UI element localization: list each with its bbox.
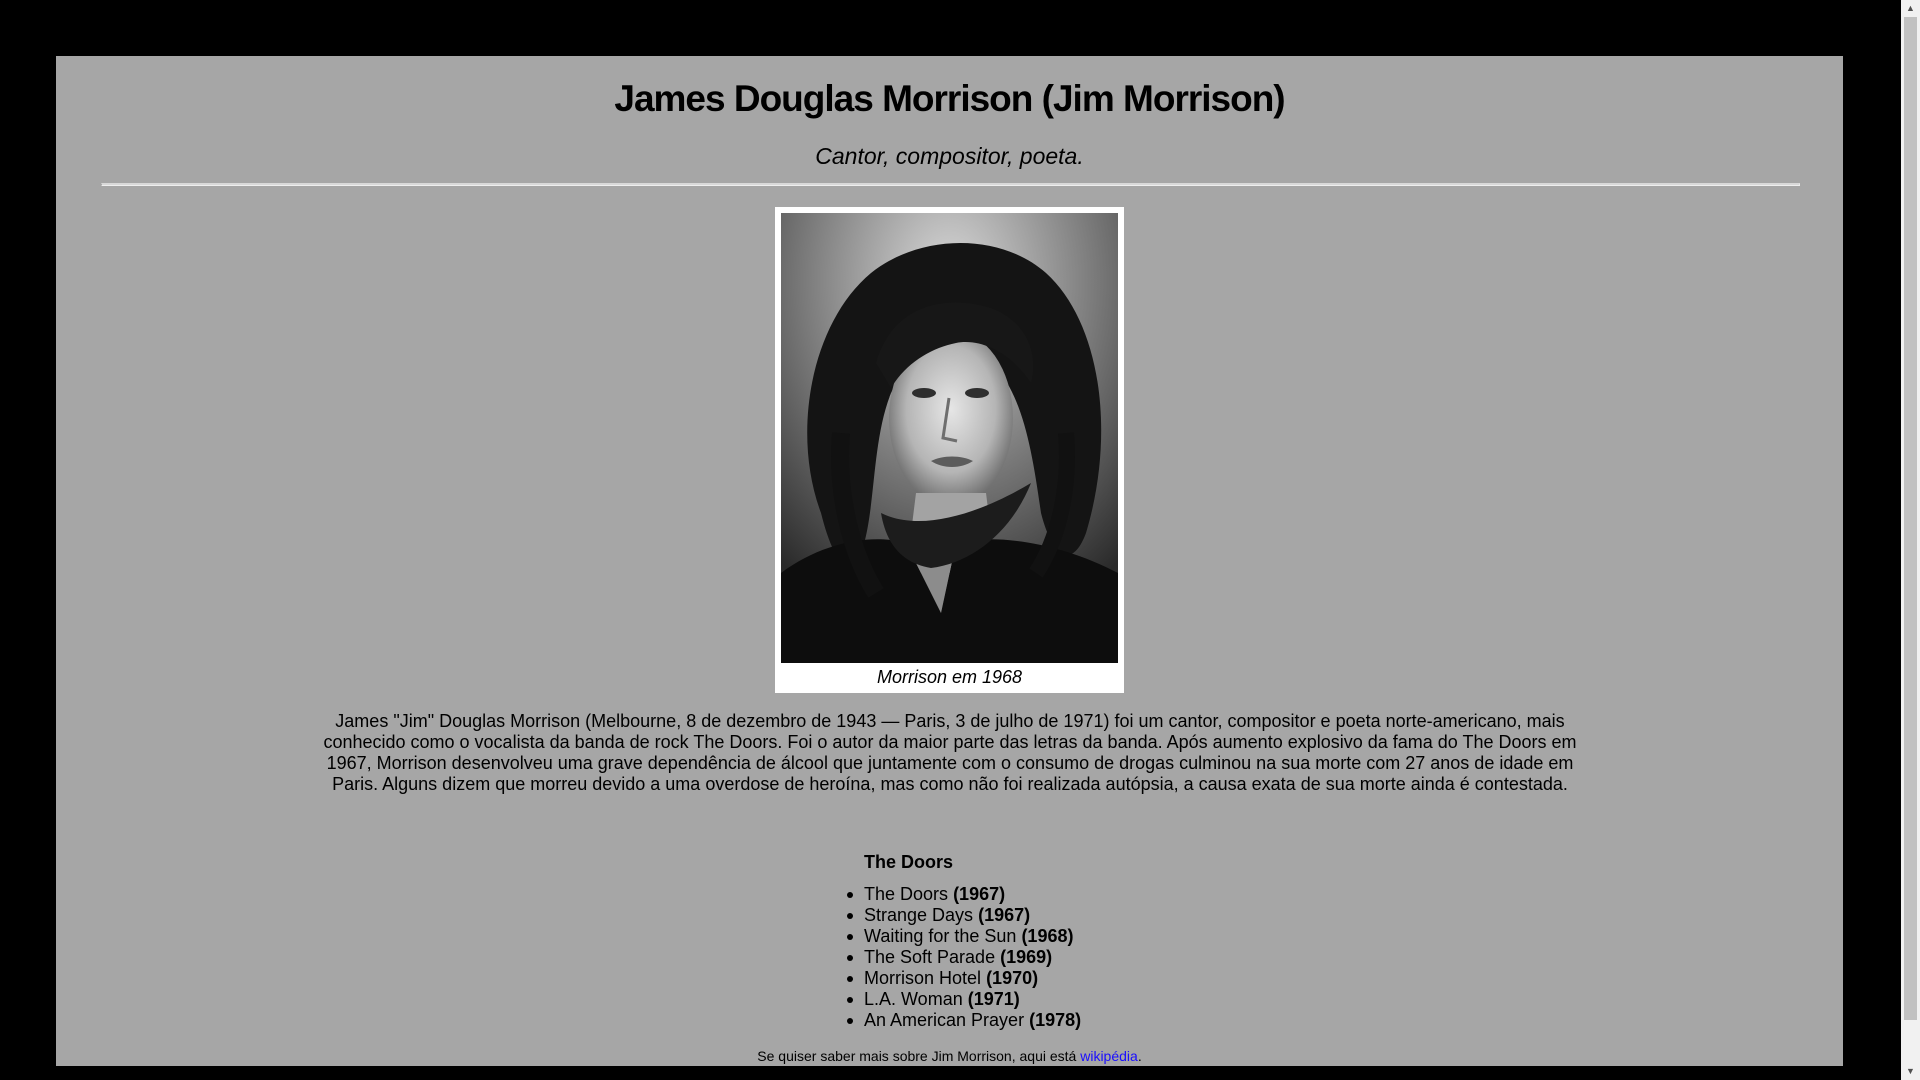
content-panel: James Douglas Morrison (Jim Morrison) Ca… [56, 56, 1843, 1066]
album-list-item: Morrison Hotel (1970) [846, 968, 1081, 989]
album-list-item: Strange Days (1967) [846, 905, 1081, 926]
album-list-item: Waiting for the Sun (1968) [846, 926, 1081, 947]
album-list-item: L.A. Woman (1971) [846, 989, 1081, 1010]
page-subtitle: Cantor, compositor, poeta. [815, 143, 1084, 169]
portrait-photo [781, 213, 1118, 663]
portrait-caption: Morrison em 1968 [876, 667, 1023, 687]
album-list-item: The Doors (1967) [846, 884, 1081, 905]
scroll-down-arrow-icon[interactable]: ▼ [1901, 1063, 1920, 1080]
title-divider [101, 183, 1800, 186]
browser-viewport: James Douglas Morrison (Jim Morrison) Ca… [0, 0, 1901, 1080]
album-name: Strange Days [864, 905, 974, 925]
album-year: (1967) [978, 905, 1031, 925]
album-list-item: The Soft Parade (1969) [846, 947, 1081, 968]
album-year: (1968) [1021, 926, 1074, 946]
portrait-figure: Morrison em 1968 [775, 207, 1124, 693]
album-list: The Doors (1967) Strange Days (1967) Waiti… [846, 884, 1082, 1031]
footer-trailing: . [1137, 1048, 1142, 1064]
album-year: (1971) [967, 989, 1020, 1009]
album-year: (1967) [953, 884, 1006, 904]
portrait-image [781, 213, 1118, 663]
album-name: The Soft Parade [864, 947, 996, 967]
album-name: An American Prayer [864, 1010, 1025, 1030]
album-list-item: An American Prayer (1978) [846, 1010, 1082, 1031]
scroll-up-arrow-icon[interactable]: ▲ [1901, 0, 1920, 17]
vertical-scrollbar[interactable]: ▲ ▼ [1901, 0, 1920, 1080]
album-name: Waiting for the Sun [864, 926, 1017, 946]
album-name: The Doors [864, 884, 949, 904]
footer-text: Se quiser saber mais sobre Jim Morrison,… [757, 1048, 1081, 1064]
wikipedia-link[interactable]: wikipédia [1080, 1048, 1138, 1064]
biography-paragraph: James "Jim" Douglas Morrison (Melbourne,… [323, 711, 1577, 794]
album-year: (1970) [986, 968, 1039, 988]
scrollbar-thumb[interactable] [1904, 17, 1917, 1020]
album-year: (1969) [1000, 947, 1053, 967]
album-name: L.A. Woman [864, 989, 963, 1009]
footer-note: Se quiser saber mais sobre Jim Morrison,… [56, 1048, 1843, 1064]
page-title: James Douglas Morrison (Jim Morrison) [614, 78, 1285, 119]
discography-heading: The Doors [864, 852, 954, 872]
album-year: (1978) [1029, 1010, 1082, 1030]
album-name: Morrison Hotel [864, 968, 982, 988]
